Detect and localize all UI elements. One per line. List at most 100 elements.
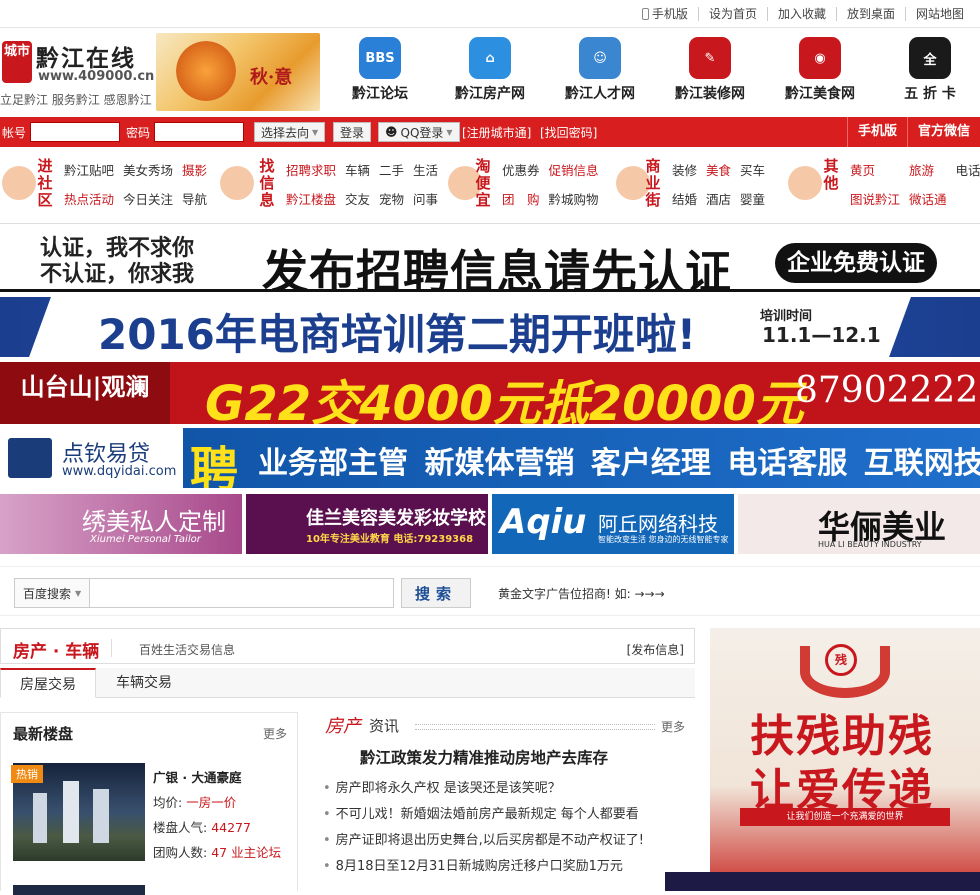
category-title[interactable]: 淘便宜 [474, 158, 492, 209]
nav-bbs[interactable]: BBS 黔江论坛 [330, 37, 430, 103]
category-title[interactable]: 其他 [822, 158, 840, 192]
tab-car-trade[interactable]: 车辆交易 [96, 668, 192, 698]
autumn-text: 秋·意 [250, 67, 293, 88]
category-link[interactable]: 问事 [413, 189, 438, 208]
bottom-ad-strip[interactable] [665, 872, 980, 891]
set-homepage-link[interactable]: 设为首页 [697, 7, 767, 21]
ad-huali[interactable]: 华俪美业 HUA LI BEAUTY INDUSTRY [738, 494, 980, 554]
category-link[interactable]: 黄页 [850, 160, 900, 179]
account-input[interactable] [30, 122, 121, 142]
banner-phone: 87902222 [795, 370, 979, 411]
add-favorite-link[interactable]: 加入收藏 [766, 7, 836, 21]
mobile-link[interactable]: 手机版 [632, 7, 698, 21]
mobile-version-link[interactable]: 手机版 [846, 117, 907, 147]
category-link[interactable]: 交友 [345, 189, 370, 208]
category-link[interactable]: 美食 [706, 160, 731, 179]
news-item[interactable]: 不可儿戏！新婚姻法婚前房产最新规定 每个人都要看 [323, 802, 644, 828]
charity-ad[interactable]: 残 扶残助残 让爱传递 让我们创造一个充满爱的世界 [710, 628, 980, 891]
password-input[interactable] [154, 122, 245, 142]
ad-aqiu[interactable]: Aqiu 阿丘网络科技 智能改变生活 您身边的无线智能专家 [492, 494, 734, 554]
nav-lips[interactable]: ◉ 黔江美食网 [770, 37, 870, 103]
ad-sub: Xiumei Personal Tailor [90, 534, 201, 545]
category-link[interactable]: 婴童 [740, 189, 765, 208]
more-link[interactable]: 更多 [661, 718, 685, 735]
news-item[interactable]: 房产证即将退出历史舞台,以后买房都是不动产权证了! [323, 828, 644, 854]
more-link[interactable]: 更多 [263, 725, 287, 742]
sitemap-link[interactable]: 网站地图 [904, 7, 974, 21]
ad-title: 绣美私人定制 [82, 508, 226, 536]
nav-card[interactable]: 全五 折 卡 [880, 37, 980, 103]
lips-icon: ◉ [799, 37, 841, 79]
banner-recruit[interactable]: 点钦易贷 www.dqyidai.com 聘 业务部主管 新媒体营销 客户经理 … [0, 428, 980, 488]
nav-house[interactable]: ⌂ 黔江房产网 [440, 37, 540, 103]
search-button[interactable]: 搜索 [401, 578, 471, 608]
category-link[interactable]: 团 购 [502, 189, 540, 208]
property-name[interactable]: 广银 · 大通豪庭 [153, 765, 281, 790]
category-link[interactable]: 美女秀场 [123, 160, 173, 179]
weixin-link[interactable]: 官方微信 [906, 117, 980, 147]
text-ad-link[interactable]: 黄金文字广告位招商! 如: →→→ [498, 585, 665, 602]
banner-training[interactable]: 2016年电商培训第二期开班啦! 培训时间 11.1—12.1 [0, 297, 980, 357]
password-group: 密码 [126, 122, 245, 142]
banner-certification[interactable]: 认证，我不求你 不认证，你求我 发布招聘信息请先认证 企业免费认证 [0, 232, 980, 292]
category-link[interactable]: 热点活动 [64, 189, 114, 208]
banner-slogan: 认证，我不求你 不认证，你求我 [40, 236, 195, 287]
login-bar: 帐号 密码 选择去向 ▼ 登录 ☻ QQ登录 ▼ [注册城市通] [找回密码] 手机版… [0, 117, 980, 147]
category-link[interactable]: 买车 [740, 160, 765, 179]
news-headline[interactable]: 黔江政策发力精准推动房地产去库存 [360, 746, 608, 768]
news-item[interactable]: 8月18日至12月31日新城购房迁移户口奖励1万元 [323, 854, 644, 880]
brand-url: www.dqyidai.com [62, 464, 177, 479]
category-link[interactable]: 黔江楼盘 [286, 189, 336, 208]
category-link[interactable]: 酒店 [706, 189, 731, 208]
tab-house-trade[interactable]: 房屋交易 [0, 668, 96, 698]
category-title[interactable]: 找信息 [258, 158, 276, 209]
category-link[interactable]: 摄影 [182, 160, 207, 179]
tree-image [176, 41, 236, 101]
qq-icon: ☻ [385, 125, 398, 139]
category-link[interactable]: 二手 [379, 160, 404, 179]
owner-forum-link[interactable]: 业主论坛 [231, 845, 281, 860]
nav-people[interactable]: ☺ 黔江人才网 [550, 37, 650, 103]
post-info-link[interactable]: [发布信息] [627, 641, 684, 658]
register-link[interactable]: [注册城市通] [462, 124, 531, 141]
category-link[interactable]: 黔江贴吧 [64, 160, 114, 179]
category-link[interactable]: 微话通 [909, 189, 947, 208]
forgot-password-link[interactable]: [找回密码] [540, 124, 597, 141]
category-title[interactable]: 商业街 [644, 158, 662, 209]
login-button[interactable]: 登录 [333, 122, 372, 142]
ad-xiumei[interactable]: 绣美私人定制 Xiumei Personal Tailor [0, 494, 242, 554]
category-link[interactable]: 宠物 [379, 189, 404, 208]
category-link[interactable]: 生活 [413, 160, 438, 179]
ad-jialan[interactable]: 佳兰美容美发彩妆学校 10年专注美业教育 电话:79239368 [246, 494, 488, 554]
category-link[interactable]: 图说黔江 [850, 189, 900, 208]
category-link[interactable]: 招聘求职 [286, 160, 336, 179]
site-logo[interactable]: 城市 黔江在线 www.409000.cn 立足黔江 服务黔江 感恩黔江 [0, 35, 160, 107]
ad-sub: 智能改变生活 您身边的无线智能专家 [598, 535, 729, 544]
category-link[interactable]: 优惠券 [502, 160, 540, 179]
nav-brush[interactable]: ✎ 黔江装修网 [660, 37, 760, 103]
nav-label: 黔江房产网 [455, 86, 525, 102]
nav-label: 黔江论坛 [352, 86, 408, 102]
category-link[interactable]: 导航 [182, 189, 207, 208]
category-link[interactable]: 促销信息 [549, 160, 599, 179]
category-title[interactable]: 进社区 [36, 158, 54, 209]
account-group: 帐号 [2, 122, 121, 142]
house-car-panel: 房产 · 车辆 百姓生活交易信息 [发布信息] 房屋交易 车辆交易 最新楼盘 更… [0, 628, 695, 895]
news-item[interactable]: 房产即将永久产权 是该哭还是该笑呢？ [323, 776, 644, 802]
category-link[interactable]: 黔城购物 [549, 189, 599, 208]
property-image-2[interactable] [13, 885, 145, 895]
category-link[interactable]: 旅游 [909, 160, 947, 179]
banner-realestate[interactable]: 山台山|观澜 G22交4000元抵20000元 87902222 [0, 362, 980, 424]
category-link[interactable]: 车辆 [345, 160, 370, 179]
add-desktop-link[interactable]: 放到桌面 [835, 7, 905, 21]
category-link[interactable]: 装修 [672, 160, 697, 179]
search-engine-select[interactable]: 百度搜索 ▼ [14, 578, 90, 608]
category-link[interactable]: 今日关注 [123, 189, 173, 208]
destination-select[interactable]: 选择去向 ▼ [254, 122, 326, 142]
category-link[interactable]: 电话 [956, 160, 980, 179]
popularity-value: 44277 [211, 820, 251, 835]
qq-login-button[interactable]: ☻ QQ登录 ▼ [378, 122, 460, 142]
hot-badge: 热销 [11, 765, 43, 783]
category-link[interactable]: 结婚 [672, 189, 697, 208]
search-input[interactable] [90, 578, 394, 608]
